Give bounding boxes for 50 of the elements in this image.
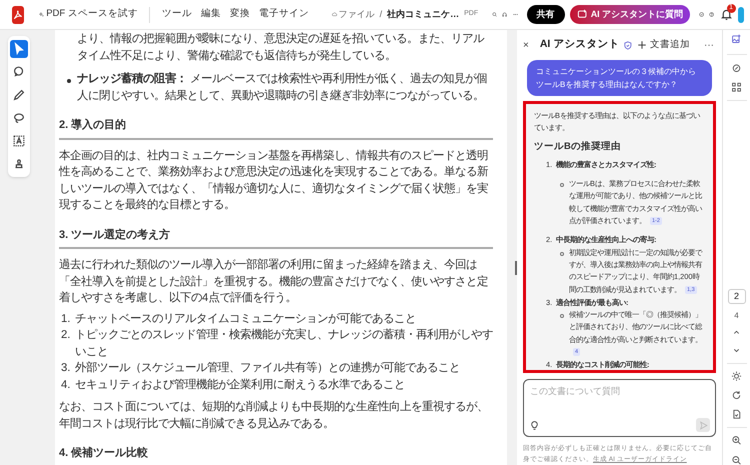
share-button[interactable]: 共有 — [526, 5, 565, 24]
zoom-out-icon[interactable] — [730, 454, 743, 465]
bullet-paragraph: ナレッジ蓄積の阻害： メールベースでは検索性や再利用性が低く、過去の知見が個人に閉じやすい。結果として、異動や退職時の引き継ぎ非効率につながっている。 — [77, 71, 488, 104]
paragraph: なお、コスト面については、短期的な削減よりも中長期的な生産性向上を重視するが、年間コストは現行比で大幅に削減できる見込みである。 — [59, 399, 489, 432]
list-item-text: 外部ツール（スケジュール管理、ファイル共有等）との連携が可能であること — [75, 360, 460, 376]
file-name: 社内コミュニケ… — [387, 8, 460, 21]
app-logo[interactable] — [12, 6, 24, 24]
menu-item[interactable]: 電子サイン — [257, 7, 312, 22]
list-item-text: セキュリティおよび管理機能が企業利用に耐えうる水準であること — [75, 378, 405, 392]
try-pdf-space-link[interactable]: PDF スペースを試す — [46, 7, 138, 22]
list-number: 4. — [60, 378, 72, 392]
list-number: 2. — [60, 328, 72, 343]
list-item-text: チャットベースのリアルタイムコミュニケーションが可能であること — [75, 312, 416, 326]
sun-icon[interactable] — [730, 370, 743, 382]
section-heading: 2. 導入の目的 — [59, 117, 493, 140]
paragraph: 過去に行われた類似のツール導入が一部部署の利用に留まった経緯を踏まえ、今回は「全社導入を前提とした設計」を重視する。機能の豊富さだけでなく、使いやすさと定着しやすさを考慮し、以下の4点で評価を行う。 — [59, 257, 489, 306]
paragraph: より、情報の把握範囲が曖昧になり、意思決定の遅延を招いている。また、リアルタイム性不足により、警備な確認でも返信待ちが発生している。 — [76, 32, 486, 64]
grid-icon[interactable] — [730, 82, 743, 92]
close-button[interactable]: × — [523, 38, 532, 52]
question-input[interactable]: この文書について質問 — [523, 379, 716, 437]
question-bubble: コミュニケーションツールの３候補の中からツールBを推奨する理由はなんですか？ — [527, 60, 712, 96]
plus-icon[interactable] — [637, 40, 647, 50]
image-add-icon[interactable] — [730, 34, 743, 44]
arrow-pointer-icon[interactable] — [10, 40, 28, 58]
add-document-button[interactable]: 文書追加 — [637, 38, 690, 52]
section-heading: 3. ツール選定の考え方 — [59, 226, 493, 249]
menu-item[interactable]: 編集 — [199, 7, 224, 22]
chat-sparkle-icon[interactable] — [576, 9, 588, 20]
breadcrumb-link[interactable]: ファイル — [338, 8, 375, 22]
zoom-in-icon[interactable] — [730, 435, 743, 446]
ai-assistant-button[interactable]: AI アシスタントに質問 — [570, 5, 690, 24]
refresh-icon[interactable] — [730, 390, 743, 401]
page-count: 4 — [734, 310, 739, 322]
list-number: 1. — [60, 312, 72, 326]
section-heading: 4. 候補ツール比較 — [59, 445, 493, 465]
menu-item[interactable]: ツール — [160, 7, 194, 22]
paragraph: 本企画の目的は、社内コミュニケーション基盤を再構築し、情報共有のスピードと透明性を高めることで、業務効率および意思決定の迅速化を実現することである。単なる新しいツールの導入ではなく、「情報が適切な人に、適切なタイミングで届く状態」を実現することを最終的な目標とする。 — [59, 148, 489, 213]
breadcrumb-separator: / — [380, 8, 382, 21]
menu-item[interactable]: 変換 — [228, 7, 252, 22]
bell-icon[interactable] — [720, 8, 733, 21]
edit-circle-icon[interactable] — [730, 63, 743, 74]
answer-heading: ツールBの推奨理由 — [534, 140, 622, 153]
user-avatar[interactable] — [738, 6, 744, 22]
shield-check-icon[interactable] — [623, 40, 633, 50]
list-item-text: トピックごとのスレッド管理・検索機能が充実し、ナレッジの蓄積・再利用がしやすいこと — [75, 327, 493, 360]
page-number-field[interactable]: 2 — [728, 288, 746, 304]
panel-title: AI アシスタント — [540, 37, 620, 52]
more-options-button[interactable]: ··· — [704, 38, 714, 52]
list-number: 3. — [60, 361, 72, 376]
lightbulb-icon[interactable] — [529, 420, 540, 430]
